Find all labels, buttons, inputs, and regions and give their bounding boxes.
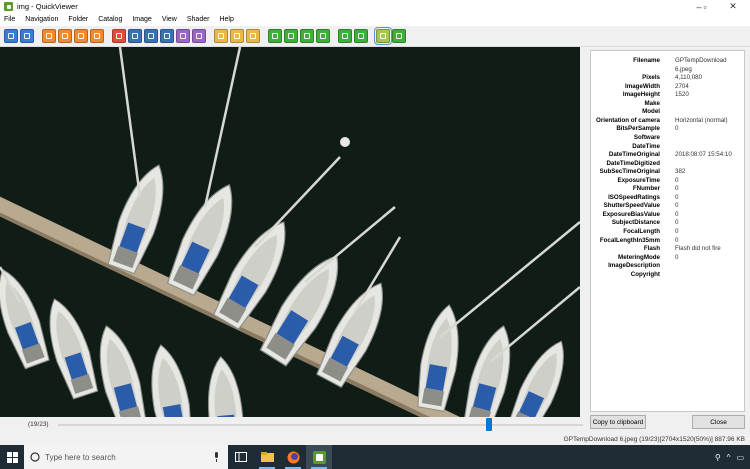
spread-view-button[interactable] (128, 29, 142, 43)
exif-info-panel: Filename GPTempDownload 6.jpeg Pixels 4,110,… (590, 50, 745, 412)
delete-button[interactable] (112, 29, 126, 43)
quickviewer-icon[interactable] (306, 445, 332, 469)
last-page-button[interactable] (90, 29, 104, 43)
exif-row: Copyright (591, 270, 746, 279)
menu-navigation[interactable]: Navigation (25, 16, 58, 23)
skip-first-icon (78, 33, 84, 39)
fit-zoom-button[interactable] (316, 29, 330, 43)
taskbar: Type here to search ⚲ ^ ▭ (0, 445, 750, 469)
menu-help[interactable]: Help (219, 16, 233, 23)
book-right-icon (164, 33, 170, 39)
pin-icon (396, 33, 402, 39)
open-folder-button[interactable] (214, 29, 228, 43)
plus-icon (288, 33, 294, 39)
catalog-icon (234, 33, 240, 39)
close-icon[interactable]: ✕ (716, 0, 750, 13)
title-bar: img - QuickViewer – ▫ ✕ (0, 0, 750, 13)
fast-forward-button[interactable] (58, 29, 72, 43)
rotate-button[interactable] (268, 29, 282, 43)
search-placeholder: Type here to search (45, 452, 116, 462)
arrow-left-icon (8, 33, 14, 39)
file-explorer-icon[interactable] (254, 445, 280, 469)
stay-on-top-button[interactable] (392, 29, 406, 43)
trash-icon (116, 33, 122, 39)
gear-icon (250, 33, 256, 39)
quickviewer-app-icon (4, 2, 13, 11)
exif-key: Copyright (630, 270, 660, 278)
next-page-button[interactable] (20, 29, 34, 43)
rewind-button[interactable] (42, 29, 56, 43)
spread-left-button[interactable] (176, 29, 190, 43)
folder-icon (218, 33, 224, 39)
single-view-button[interactable] (144, 29, 158, 43)
windows-logo-icon (6, 451, 18, 463)
minus-icon (304, 33, 310, 39)
slideshow-button[interactable] (354, 29, 368, 43)
slideshow-icon (358, 33, 364, 39)
copy-to-clipboard-button[interactable]: Copy to clipboard (590, 415, 646, 429)
notification-icon[interactable]: ▭ (736, 453, 744, 462)
menu-catalog[interactable]: Catalog (98, 16, 122, 23)
book-left-icon (180, 33, 186, 39)
page-view-icon (196, 33, 202, 39)
system-tray: ⚲ ^ ▭ (715, 445, 744, 469)
arrow-right-icon (24, 33, 30, 39)
fullscreen-button[interactable] (338, 29, 352, 43)
info-panel-icon (380, 33, 386, 39)
chevron-up-icon[interactable]: ^ (727, 453, 731, 462)
status-bar: GPTempDownload 6.jpeg (19/23)[2704x1520(… (563, 436, 745, 443)
close-button[interactable]: Close (692, 415, 745, 429)
people-icon[interactable]: ⚲ (715, 453, 721, 462)
zoom-out-button[interactable] (300, 29, 314, 43)
zoom-in-button[interactable] (284, 29, 298, 43)
search-icon (30, 452, 40, 462)
menu-folder[interactable]: Folder (68, 16, 88, 23)
menu-shader[interactable]: Shader (187, 16, 210, 23)
microphone-icon[interactable] (213, 452, 220, 462)
toolbar (0, 26, 750, 47)
skip-last-icon (94, 33, 100, 39)
book-icon (132, 33, 138, 39)
task-view-icon[interactable] (228, 445, 254, 469)
rotate-icon (272, 33, 278, 39)
menu-view[interactable]: View (162, 16, 177, 23)
spread-right-button[interactable] (160, 29, 174, 43)
page-view-button[interactable] (192, 29, 206, 43)
catalog-button[interactable] (230, 29, 244, 43)
marina-photo (0, 47, 580, 417)
menu-file[interactable]: File (4, 16, 15, 23)
page-counter: (19/23) (28, 421, 49, 428)
image-viewport[interactable] (0, 47, 580, 417)
menu-image[interactable]: Image (132, 16, 151, 23)
prev-page-button[interactable] (4, 29, 18, 43)
fullscreen-icon (342, 33, 348, 39)
page-slider-thumb[interactable] (485, 418, 492, 431)
preferences-button[interactable] (246, 29, 260, 43)
exif-panel-button[interactable] (374, 27, 392, 45)
taskbar-search-box[interactable]: Type here to search (24, 445, 228, 469)
page-slider-track[interactable] (58, 424, 583, 426)
double-arrow-right-icon (62, 33, 68, 39)
magnifier-icon (320, 33, 326, 39)
menu-bar: File Navigation Folder Catalog Image View Shad… (0, 13, 750, 26)
first-page-button[interactable] (74, 29, 88, 43)
windows-start-button[interactable] (0, 445, 24, 469)
double-arrow-left-icon (46, 33, 52, 39)
firefox-icon[interactable] (280, 445, 306, 469)
window-title: img - QuickViewer (17, 2, 78, 11)
page-icon (148, 33, 154, 39)
